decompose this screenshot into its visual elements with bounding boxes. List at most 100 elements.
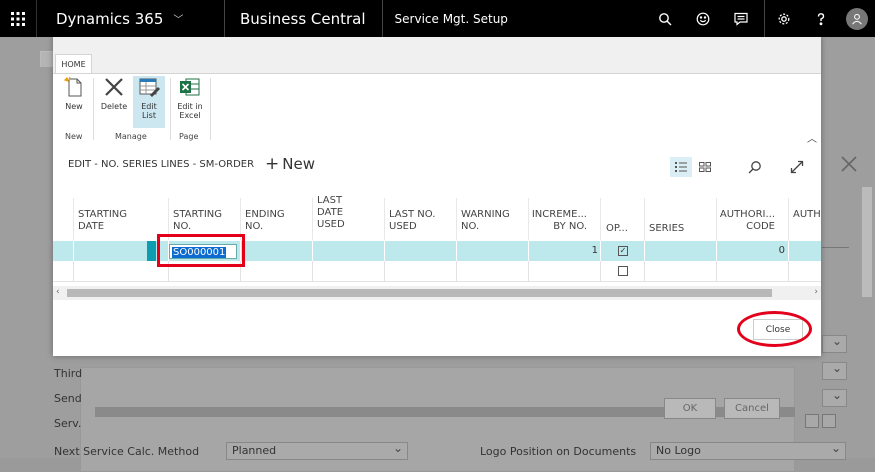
- horizontal-scrollbar[interactable]: ‹ ›: [53, 286, 821, 300]
- delete-x-icon: [105, 78, 123, 96]
- cell-divider: [716, 241, 717, 261]
- column-header-starting-no[interactable]: STARTING NO.: [173, 209, 222, 233]
- column-header-series[interactable]: SERIES: [649, 223, 684, 235]
- column-divider: [73, 198, 74, 240]
- page-header: EDIT - NO. SERIES LINES - SM-ORDER + New: [53, 144, 821, 188]
- column-divider: [384, 198, 385, 240]
- cell-divider: [644, 241, 645, 261]
- search-icon: [659, 12, 672, 25]
- question-icon: [817, 12, 825, 25]
- list-view-icon: [675, 162, 687, 172]
- new-document-icon: [63, 76, 82, 97]
- cell-divider: [456, 241, 457, 261]
- app-name[interactable]: Business Central: [225, 0, 383, 37]
- cell-divider: [644, 261, 645, 281]
- scroll-right-icon[interactable]: ›: [814, 287, 818, 297]
- scrollbar-thumb[interactable]: [67, 289, 772, 297]
- settings-button[interactable]: [764, 0, 802, 37]
- brand-name: Dynamics 365: [56, 9, 164, 28]
- waffle-icon: [11, 11, 25, 26]
- column-header-auth[interactable]: AUTH: [793, 209, 821, 221]
- delete-button[interactable]: Delete: [99, 76, 129, 128]
- cell-divider: [528, 241, 529, 261]
- logo-position-select: No Logo: [650, 441, 846, 460]
- app-launcher-button[interactable]: [0, 0, 37, 37]
- increment-by-no-value: 1: [591, 245, 598, 256]
- edit-list-icon: [139, 78, 160, 97]
- new-button[interactable]: New: [59, 76, 89, 128]
- cell-divider: [73, 261, 74, 281]
- column-header-warning-no[interactable]: WARNING NO.: [461, 209, 510, 233]
- tab-home[interactable]: HOME: [55, 54, 92, 74]
- message-icon: [734, 12, 748, 26]
- background-cancel-button: Cancel: [724, 398, 780, 419]
- page-title: EDIT - NO. SERIES LINES - SM-ORDER: [68, 159, 255, 170]
- group-label-page: Page: [179, 132, 199, 141]
- search-list-button[interactable]: [744, 157, 766, 177]
- action-ribbon: HOME New Delete Edit List Edit in Excel: [53, 37, 821, 145]
- cell-divider: [73, 241, 74, 261]
- edit-list-button[interactable]: Edit List: [133, 76, 165, 128]
- background-dropdown: [822, 361, 847, 380]
- tile-view-button[interactable]: [694, 157, 716, 177]
- background-close-icon: [841, 156, 857, 172]
- list-view-button[interactable]: [670, 157, 692, 177]
- background-scrollbar: [862, 187, 872, 297]
- search-button[interactable]: [646, 0, 684, 37]
- user-avatar[interactable]: [846, 7, 868, 30]
- cell-divider: [384, 241, 385, 261]
- row-marker: [147, 241, 156, 261]
- gear-icon: [778, 13, 789, 24]
- background-divider: [822, 247, 849, 248]
- background-tab: [40, 51, 54, 67]
- background-ok-button: OK: [664, 398, 716, 419]
- highlight-starting-no: [157, 234, 245, 267]
- cell-divider: [312, 261, 313, 281]
- tile-view-icon: [699, 162, 711, 172]
- authorization-code-value: 0: [778, 245, 785, 256]
- expand-button[interactable]: [786, 157, 808, 177]
- notifications-button[interactable]: [722, 0, 760, 37]
- scroll-left-icon[interactable]: ‹: [56, 287, 60, 297]
- open-checkbox[interactable]: [618, 266, 628, 276]
- background-label: Next Service Calc. Method: [54, 445, 200, 458]
- cell-divider: [788, 241, 789, 261]
- brand-menu[interactable]: Dynamics 365 ﹀: [37, 0, 225, 37]
- user-icon: [852, 13, 862, 24]
- collapse-ribbon-button[interactable]: ︿: [807, 130, 817, 145]
- open-checkbox[interactable]: ✓: [618, 246, 628, 256]
- page-name: Service Mgt. Setup: [394, 11, 508, 26]
- background-label: Serv.: [54, 417, 82, 430]
- column-header-open[interactable]: OP...: [606, 223, 628, 235]
- feedback-button[interactable]: [684, 0, 722, 37]
- excel-icon: [180, 78, 200, 96]
- cell-divider: [600, 261, 601, 281]
- plus-icon: +: [265, 154, 280, 174]
- column-divider: [600, 198, 601, 240]
- column-header-starting-date[interactable]: STARTING DATE: [78, 209, 127, 233]
- top-navigation-bar: Dynamics 365 ﹀ Business Central Service …: [0, 0, 875, 37]
- expand-icon: [790, 160, 804, 174]
- search-icon: [748, 161, 761, 174]
- edit-in-excel-button[interactable]: Edit in Excel: [175, 76, 205, 128]
- chevron-down-icon: ﹀: [173, 15, 184, 26]
- column-header-ending-no[interactable]: ENDING NO.: [245, 209, 285, 233]
- column-header-authorization-code[interactable]: AUTHORI... CODE: [713, 209, 775, 233]
- cell-divider: [788, 261, 789, 281]
- help-button[interactable]: [802, 0, 840, 37]
- group-label-manage: Manage: [115, 132, 147, 141]
- smiley-icon: [696, 12, 710, 25]
- next-service-calc-method-select: Planned: [226, 441, 408, 460]
- column-header-last-date-used[interactable]: LAST DATE USED: [317, 195, 345, 231]
- new-line-button[interactable]: + New: [265, 154, 315, 174]
- background-small-button: [805, 414, 819, 428]
- column-header-increment-by-no[interactable]: INCREME... BY NO.: [523, 209, 587, 233]
- ribbon-separator: [210, 78, 211, 140]
- background-label: Send: [54, 392, 82, 405]
- ribbon-separator: [170, 78, 171, 140]
- highlight-close-button: [737, 311, 812, 347]
- ribbon-body: New Delete Edit List Edit in Excel New M…: [53, 73, 821, 145]
- ribbon-separator: [93, 78, 94, 140]
- column-header-last-no-used[interactable]: LAST NO. USED: [389, 209, 435, 233]
- column-divider: [644, 198, 645, 240]
